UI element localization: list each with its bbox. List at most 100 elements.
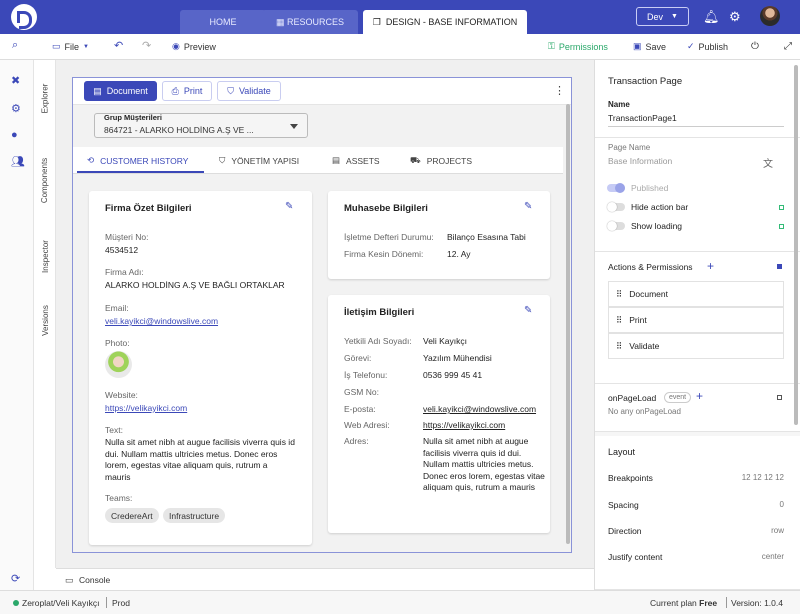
- truck-icon: ⛟: [410, 155, 421, 165]
- actions-section: Actions & Permissions + ⠿ Document ⠿ Print…: [595, 252, 800, 384]
- active-tab-indicator: [77, 171, 204, 173]
- tab-home[interactable]: HOME: [180, 10, 266, 34]
- website-link[interactable]: https://velikayikci.com: [105, 403, 187, 415]
- page-name-field[interactable]: Base Information: [608, 156, 672, 166]
- hide-action-bar-toggle[interactable]: [607, 202, 625, 212]
- undo-icon[interactable]: ↶: [114, 39, 123, 52]
- show-loading-toggle[interactable]: [607, 221, 625, 231]
- bind-icon[interactable]: [779, 205, 784, 210]
- tab-resources[interactable]: ▦ RESOURCES: [262, 10, 358, 34]
- side-tabs: Explorer Components Inspector Versions: [34, 60, 56, 568]
- validate-button[interactable]: ⛉ Validate: [217, 81, 281, 101]
- tab-customer-history[interactable]: ⟲ CUSTOMER HISTORY: [87, 155, 188, 166]
- action-item[interactable]: ⠿ Validate: [608, 333, 784, 359]
- properties-panel: Transaction Page Name TransactionPage1 P…: [594, 60, 800, 590]
- online-dot: [13, 600, 19, 606]
- drag-handle-icon[interactable]: ⠿: [616, 315, 622, 326]
- edit-icon[interactable]: ✎: [524, 201, 532, 212]
- drag-handle-icon[interactable]: ⠿: [616, 341, 622, 352]
- sync-icon[interactable]: ⟳: [11, 572, 20, 585]
- team-chip: CredereArt: [105, 508, 159, 523]
- environment-select[interactable]: Dev ▼: [636, 7, 689, 26]
- save-button[interactable]: ▣ Save: [633, 41, 666, 52]
- grid-icon: ▦: [275, 16, 285, 27]
- photo-avatar: [105, 351, 132, 378]
- shield-check-icon: ⛉: [227, 85, 234, 96]
- console-bar[interactable]: ▭ Console: [56, 568, 594, 590]
- summary-card: Firma Özet Bilgileri ✎ Müşteri No: 45345…: [89, 191, 312, 545]
- shield-icon: ⛉: [219, 155, 226, 165]
- gear-icon[interactable]: ⚙: [729, 9, 741, 25]
- search-icon[interactable]: ⌕: [12, 39, 18, 52]
- tab-assets[interactable]: ▤ ASSETS: [332, 155, 380, 166]
- panel-scrollbar[interactable]: [794, 65, 798, 425]
- group-customers-select[interactable]: Grup Müşterileri 864721 - ALARKO HOLDİNG…: [94, 113, 308, 138]
- contact-card: İletişim Bilgileri ✎ Yetkili Adı Soyadı:…: [328, 295, 550, 533]
- bind-icon[interactable]: [779, 224, 784, 229]
- folder-icon: ▭: [52, 41, 61, 51]
- translate-icon[interactable]: 文: [763, 155, 773, 170]
- onpageload-section: onPageLoad event + No any onPageLoad: [595, 384, 800, 432]
- contact-web-link[interactable]: https://velikayikci.com: [423, 420, 505, 432]
- power-icon[interactable]: ⏻: [751, 41, 759, 52]
- left-rail: ✖ ⚙ ● 👥︎ ⟳: [0, 60, 34, 590]
- eye-icon: ◉: [172, 41, 180, 51]
- chevron-down-icon: [290, 124, 298, 129]
- publish-icon: ✓: [687, 41, 695, 51]
- tab-components[interactable]: Components: [34, 140, 56, 220]
- redo-icon[interactable]: ↷: [142, 39, 151, 52]
- status-bar: Zeroplat/Veli Kayıkçı Prod Current plan …: [0, 590, 800, 614]
- security-icon[interactable]: ●: [11, 129, 18, 141]
- publish-button[interactable]: ✓ Publish: [687, 41, 728, 52]
- edit-icon[interactable]: ✎: [524, 305, 532, 316]
- email-link[interactable]: veli.kayikci@windowslive.com: [105, 316, 218, 328]
- tab-explorer[interactable]: Explorer: [34, 68, 56, 128]
- edit-icon[interactable]: ✎: [285, 201, 293, 212]
- lock-icon: ⚿: [548, 41, 555, 51]
- tab-design[interactable]: ❐ DESIGN - BASE INFORMATION: [363, 10, 527, 34]
- drag-handle-icon[interactable]: ⠿: [616, 289, 622, 300]
- printer-icon: ⎙: [171, 85, 179, 96]
- teams-list: CredereArt Infrastructure: [105, 508, 305, 523]
- page-options: Page Name Base Information 文 Published H…: [595, 138, 800, 252]
- avatar[interactable]: [760, 6, 780, 26]
- chevron-down-icon: ▼: [83, 43, 89, 50]
- users-icon[interactable]: 👥︎: [11, 155, 25, 168]
- window-icon: ❐: [372, 16, 381, 27]
- document-button[interactable]: ▤ Document: [84, 81, 157, 101]
- action-bar: ▤ Document ⎙ Print ⛉ Validate ⋮: [73, 78, 571, 105]
- team-chip: Infrastructure: [163, 508, 226, 523]
- action-item[interactable]: ⠿ Print: [608, 307, 784, 333]
- more-icon[interactable]: ⋮: [554, 84, 565, 97]
- history-icon: ⟲: [87, 155, 95, 165]
- add-icon[interactable]: +: [696, 389, 703, 403]
- name-field[interactable]: TransactionPage1: [608, 113, 677, 123]
- maximize-icon[interactable]: ⤢: [784, 41, 792, 52]
- file-menu[interactable]: ▭ File ▼: [52, 41, 89, 52]
- settings-icon[interactable]: ⚙: [11, 102, 21, 115]
- event-badge: event: [664, 392, 692, 403]
- save-icon: ▣: [633, 41, 642, 51]
- canvas-scrollbar[interactable]: [566, 104, 570, 544]
- console-icon: ▭: [65, 575, 74, 585]
- contact-email-link[interactable]: veli.kayikci@windowslive.com: [423, 404, 536, 416]
- permissions-button[interactable]: ⚿ Permissions: [548, 41, 608, 52]
- add-icon[interactable]: +: [707, 259, 714, 273]
- preview-button[interactable]: ◉ Preview: [172, 41, 216, 52]
- content-tabs: ⟲ CUSTOMER HISTORY ⛉ YÖNETİM YAPISI ▤ ASSET…: [73, 147, 563, 174]
- action-item[interactable]: ⠿ Document: [608, 281, 784, 307]
- bell-icon[interactable]: 🔔︎: [703, 9, 720, 25]
- app-logo[interactable]: [11, 4, 37, 30]
- published-toggle[interactable]: [607, 183, 625, 193]
- tools-icon[interactable]: ✖: [11, 74, 20, 87]
- toolbar: ⌕ ▭ File ▼ ↶ ↷ ◉ Preview ⚿ Permissions ▣ Save…: [0, 34, 800, 60]
- bind-icon[interactable]: [777, 395, 782, 400]
- accounting-card: Muhasebe Bilgileri ✎ İşletme Defteri Dur…: [328, 191, 550, 279]
- print-button[interactable]: ⎙ Print: [162, 81, 212, 101]
- tab-inspector[interactable]: Inspector: [34, 224, 56, 288]
- assets-icon: ▤: [332, 155, 341, 165]
- tab-projects[interactable]: ⛟ PROJECTS: [410, 155, 472, 167]
- tab-yonetim-yapisi[interactable]: ⛉ YÖNETİM YAPISI: [219, 155, 299, 166]
- top-bar: HOME ▦ RESOURCES ❐ DESIGN - BASE INFORMA…: [0, 0, 800, 34]
- tab-versions[interactable]: Versions: [34, 290, 56, 350]
